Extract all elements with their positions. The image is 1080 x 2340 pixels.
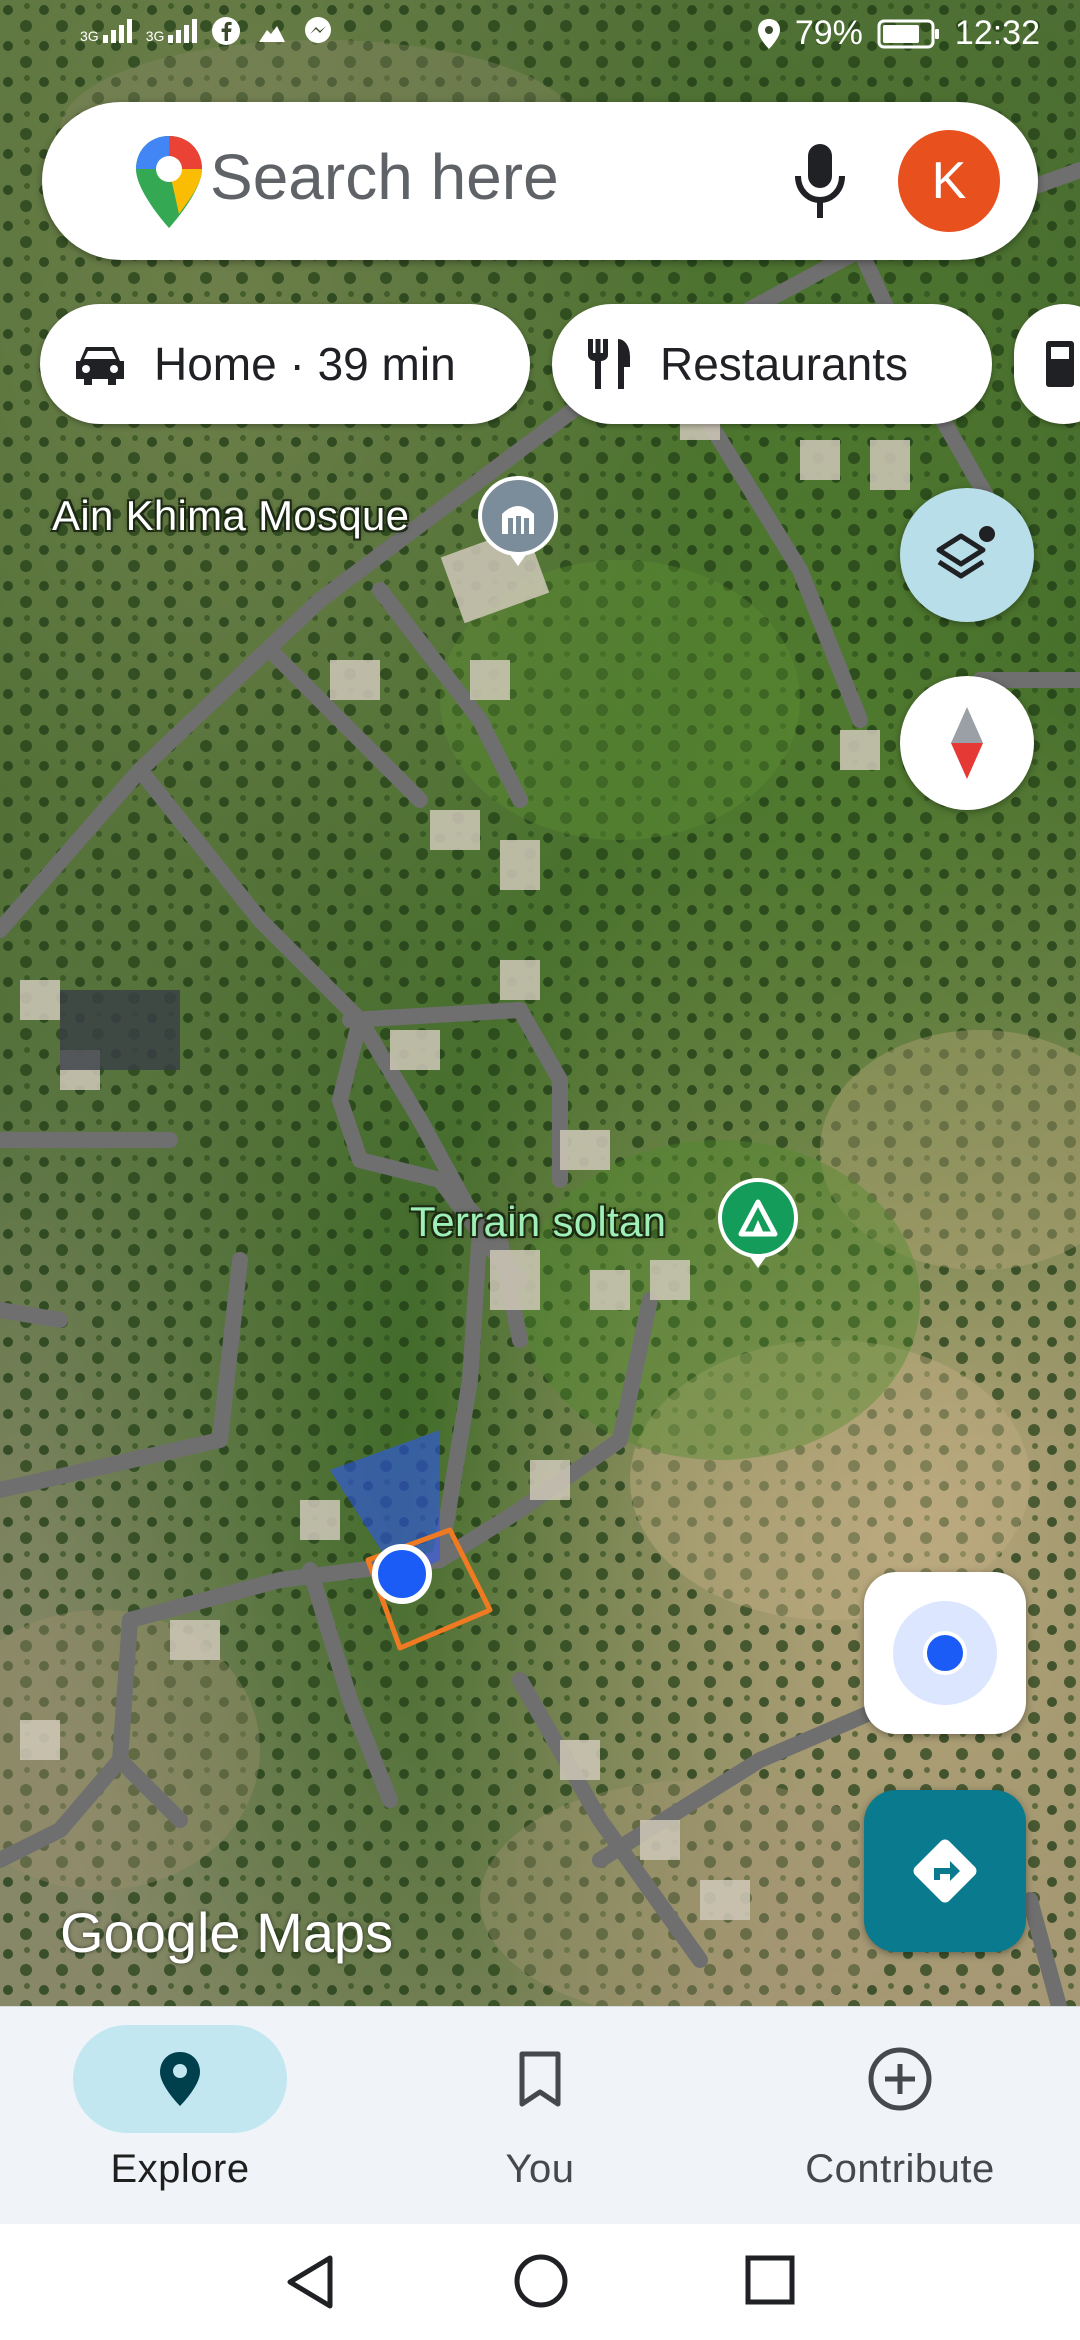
google-maps-logo: Google Maps (60, 1901, 394, 1964)
messenger-icon (305, 17, 332, 43)
battery-icon (877, 19, 939, 48)
add-circle-icon (868, 2047, 932, 2111)
nav-you[interactable]: You (360, 2007, 720, 2225)
back-icon[interactable] (284, 2252, 336, 2312)
weather-icon (259, 26, 286, 42)
chip-home[interactable]: Home · 39 min (40, 304, 530, 424)
account-avatar[interactable]: K (898, 130, 1000, 232)
car-icon (72, 341, 128, 387)
recents-icon[interactable] (744, 2252, 796, 2310)
my-location-button[interactable] (864, 1572, 1026, 1734)
clock: 12:32 (954, 14, 1040, 52)
signal-icon-2: 3G (146, 19, 198, 43)
status-bar: 3G 3G 79% 12:32 (0, 0, 1080, 72)
nav-contribute[interactable]: Contribute (720, 2007, 1080, 2225)
search-input[interactable]: Search here (210, 140, 559, 214)
explore-pin-icon (160, 2052, 200, 2106)
nav-explore[interactable]: Explore (0, 2007, 360, 2225)
network-type-2: 3G (145, 28, 165, 44)
nav-you-label: You (505, 2147, 575, 2191)
restaurant-icon (584, 337, 634, 391)
network-type-1: 3G (80, 28, 99, 44)
layers-button[interactable] (900, 488, 1034, 622)
location-icon (757, 18, 780, 49)
battery-percent: 79% (794, 14, 863, 52)
layers-icon (936, 526, 995, 579)
compass-button[interactable] (900, 676, 1034, 810)
system-navigation-bar (0, 2224, 1080, 2340)
microphone-icon[interactable] (792, 142, 848, 222)
campground-icon[interactable] (718, 1178, 798, 1268)
map-label-terrain-soltan[interactable]: Terrain soltan (410, 1198, 666, 1246)
nav-contribute-label: Contribute (805, 2147, 995, 2191)
bottom-navigation: Explore You Contribute (0, 2006, 1080, 2225)
directions-icon (913, 1839, 977, 1903)
map-label-mosque[interactable]: Ain Khima Mosque (52, 492, 409, 540)
avatar-letter: K (931, 152, 967, 210)
signal-icon: 3G (80, 19, 132, 43)
facebook-icon (212, 17, 241, 45)
current-location-dot[interactable] (372, 1544, 432, 1604)
chip-home-label: Home · 39 min (154, 338, 456, 390)
home-icon[interactable] (512, 2252, 570, 2310)
chip-restaurants-label: Restaurants (660, 338, 909, 390)
gas-station-icon (1044, 337, 1080, 391)
directions-button[interactable] (864, 1790, 1026, 1952)
search-bar[interactable]: Search here K (42, 102, 1038, 260)
google-maps-pin-icon (136, 136, 202, 228)
my-location-icon (893, 1601, 997, 1705)
nav-explore-label: Explore (110, 2147, 250, 2191)
chip-restaurants[interactable]: Restaurants (552, 304, 992, 424)
compass-icon (951, 707, 983, 779)
mosque-icon[interactable] (478, 476, 558, 566)
bookmark-icon (519, 2051, 561, 2107)
